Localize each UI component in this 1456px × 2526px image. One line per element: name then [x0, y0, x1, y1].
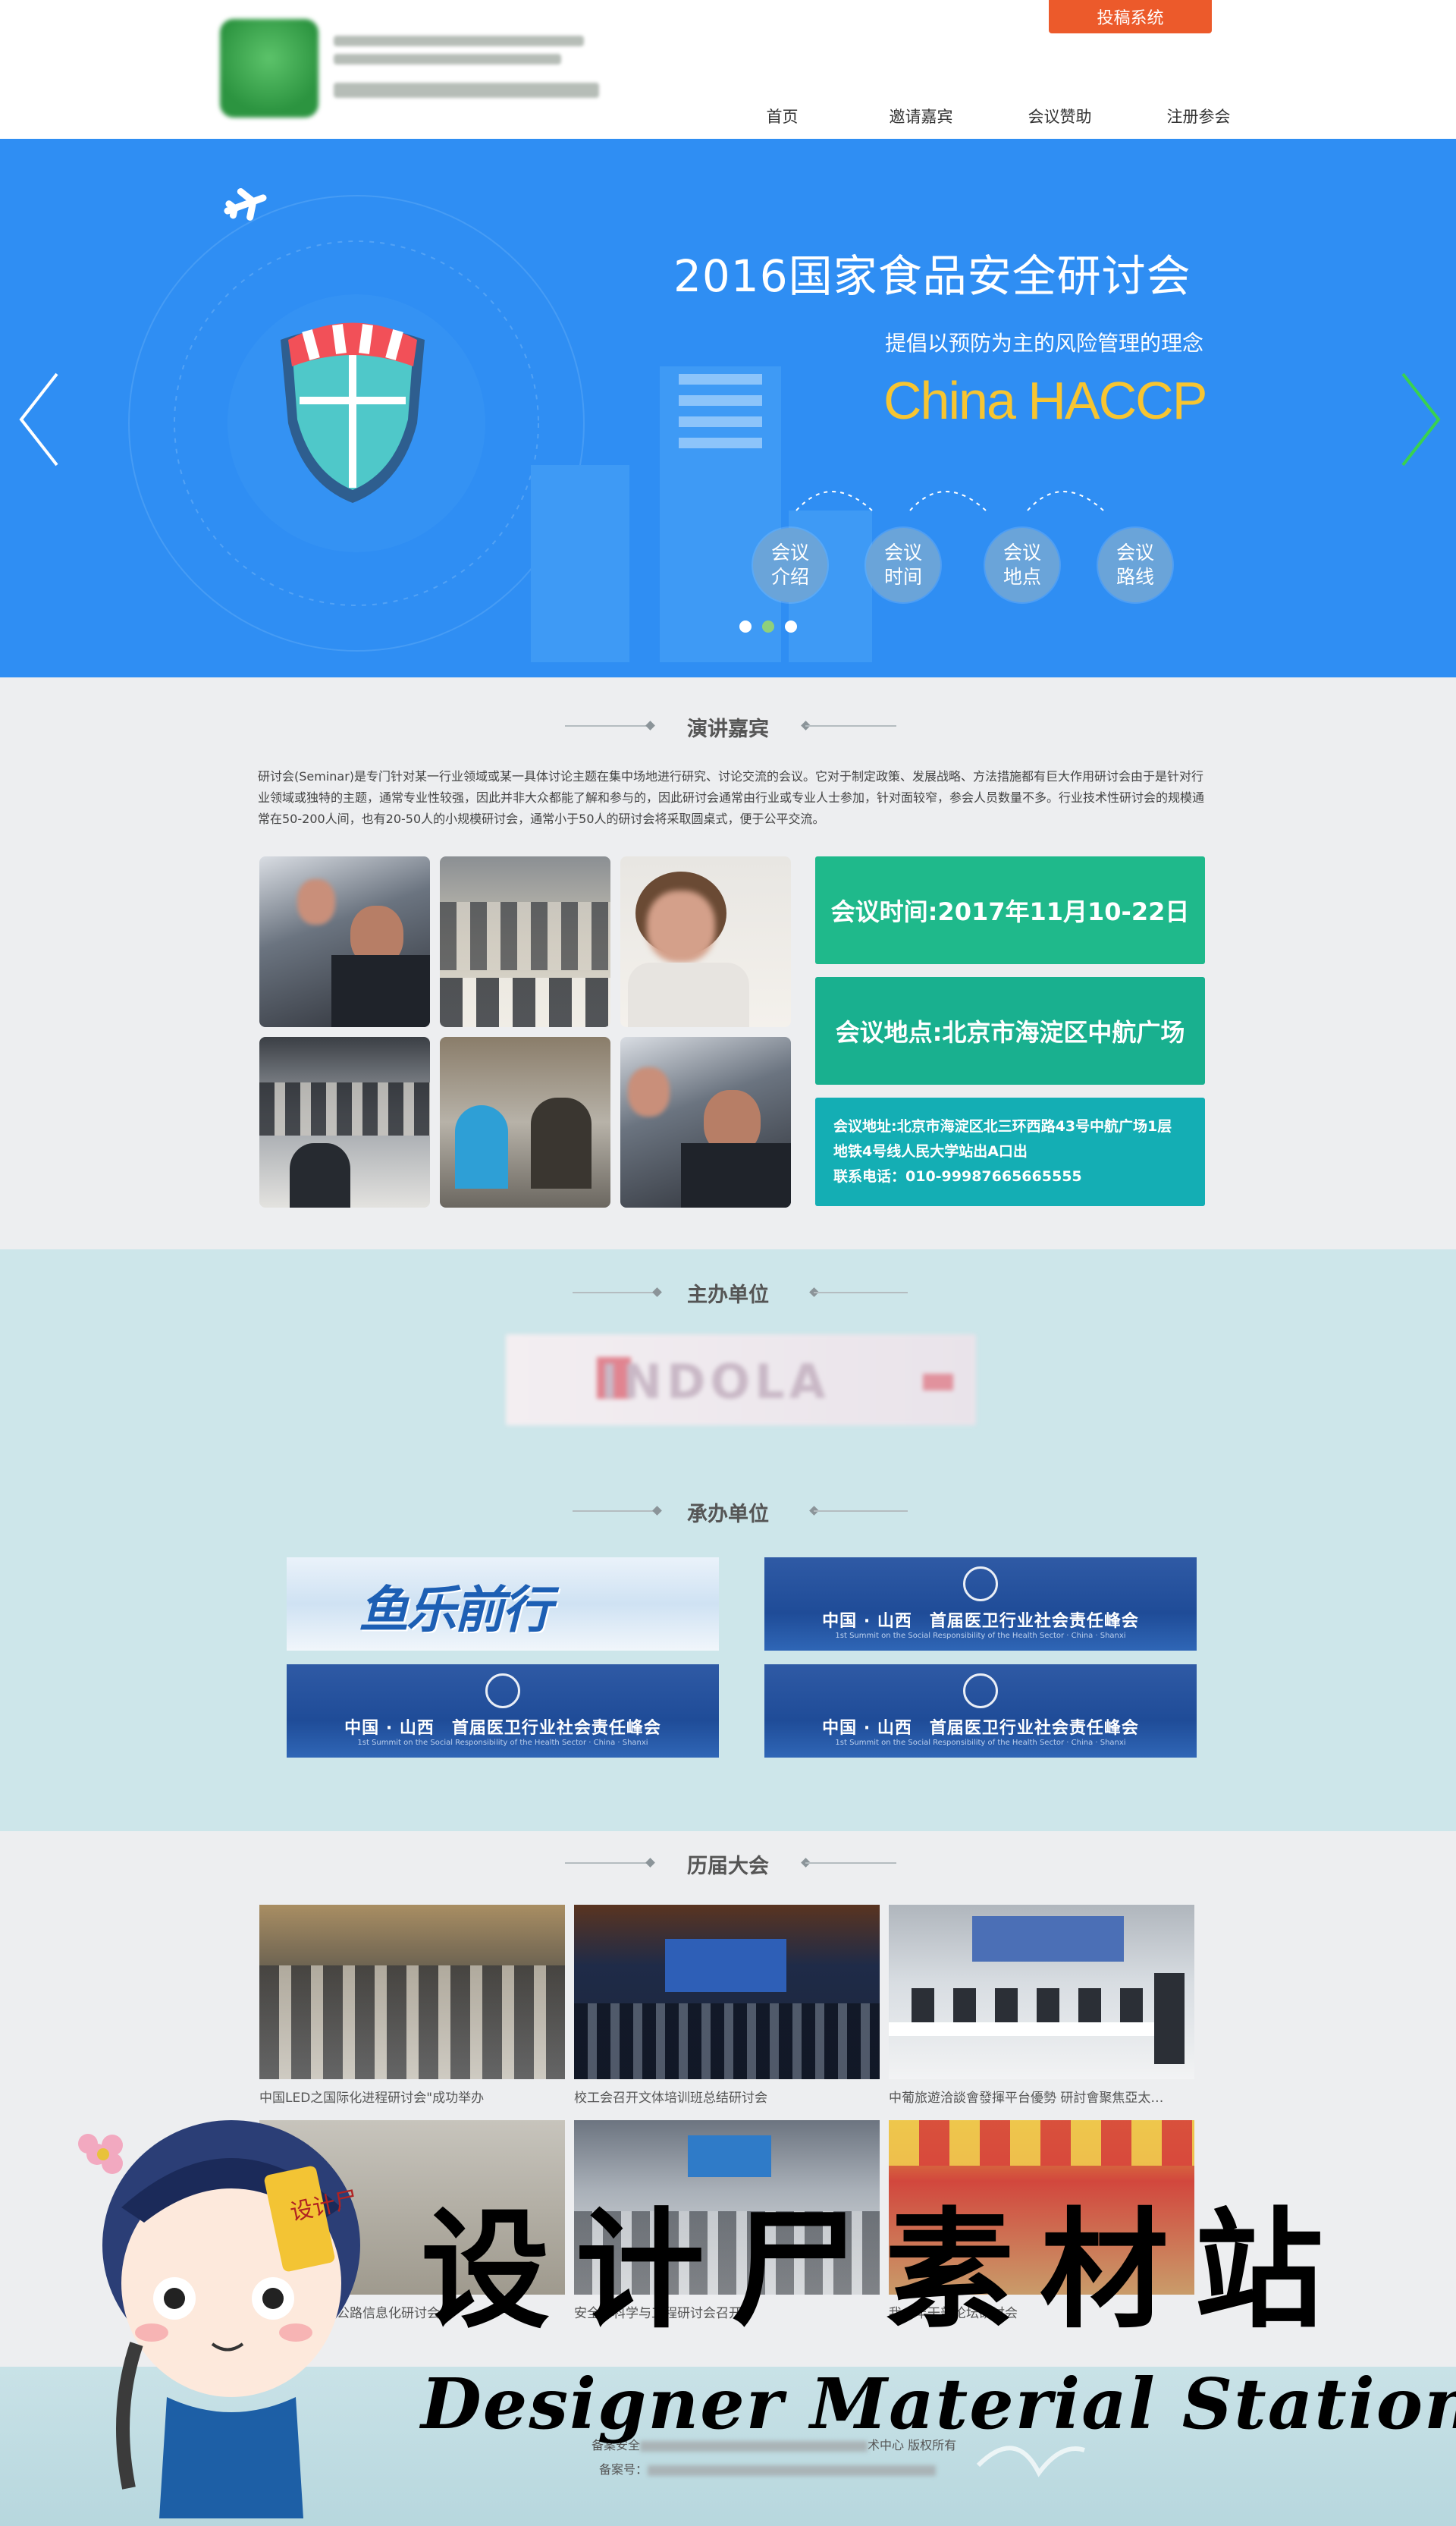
- watermark-mascot: 设计尸: [78, 2120, 360, 2518]
- past-conference-photo[interactable]: [574, 1905, 880, 2079]
- conference-address-box: 会议地址:北京市海淀区北三环西路43号中航广场1层 地铁4号线人民大学站出A口出…: [815, 1098, 1205, 1206]
- past-conference-caption[interactable]: 校工会召开文体培训班总结研讨会: [574, 2087, 880, 2106]
- address-line: 会议地址:北京市海淀区北三环西路43号中航广场1层: [833, 1118, 1172, 1135]
- airplane-icon: [224, 188, 267, 221]
- summit-emblem-icon: [963, 1566, 998, 1601]
- summit-emblem-icon: [963, 1673, 998, 1708]
- organizers-section: 主办单位 INDOLA 承办单位 鱼乐前行 中国 · 山西 首届医卫行业社会责任…: [0, 1249, 1456, 1831]
- title-divider: [814, 1292, 908, 1293]
- sponsor-banner-yule[interactable]: 鱼乐前行: [287, 1557, 719, 1651]
- slide-dot-active[interactable]: [762, 621, 774, 633]
- speaker-photo[interactable]: [259, 856, 430, 1027]
- hero-banner: 2016国家食品安全研讨会 提倡以预防为主的风险管理的理念 China HACC…: [0, 139, 1456, 677]
- footer-icp: 备案号：: [599, 2459, 937, 2477]
- logo-text-line: [334, 54, 561, 64]
- site-header: 投稿系统 首页 邀请嘉宾 会议赞助 注册参会: [0, 0, 1456, 139]
- circle-conference-time[interactable]: 会议 时间: [866, 528, 940, 602]
- speakers-section: 演讲嘉宾 研讨会(Seminar)是专门针对某一行业领域或某一具体讨论主题在集中…: [0, 677, 1456, 1249]
- speaker-photo[interactable]: [620, 856, 791, 1027]
- sponsor-subtitle: 1st Summit on the Social Responsibility …: [835, 1632, 1126, 1640]
- co-organizer-title: 承办单位: [687, 1503, 769, 1526]
- audience-photo[interactable]: [259, 1037, 430, 1208]
- summit-emblem-icon: [485, 1673, 520, 1708]
- sponsor-name: 鱼乐前行: [359, 1581, 552, 1639]
- slide-dot[interactable]: [785, 621, 797, 633]
- nav-item-home[interactable]: 首页: [713, 105, 852, 127]
- submit-system-button[interactable]: 投稿系统: [1049, 0, 1212, 33]
- logo-text-line: [334, 36, 584, 46]
- slide-dot[interactable]: [739, 621, 752, 633]
- banner-title: 2016国家食品安全研讨会: [673, 250, 1191, 302]
- subway-line: 地铁4号线人民大学站出A口出: [833, 1143, 1028, 1160]
- phone-line: 联系电话：010-99987665665555: [833, 1168, 1082, 1185]
- nav-item-sponsorship[interactable]: 会议赞助: [990, 105, 1129, 127]
- flower-icon: [78, 2134, 123, 2174]
- next-slide-arrow[interactable]: [1399, 366, 1445, 473]
- circle-conference-place[interactable]: 会议 地点: [985, 528, 1059, 602]
- past-conference-photo[interactable]: [889, 1905, 1194, 2079]
- past-conference-caption[interactable]: 中葡旅遊洽談會發揮平台優勢 研討會聚焦亞太…: [889, 2087, 1194, 2106]
- audience-photo[interactable]: [440, 1037, 610, 1208]
- footer-text: 备案号：: [599, 2462, 648, 2477]
- sponsor-banner-summit[interactable]: 中国 · 山西 首届医卫行业社会责任峰会 1st Summit on the S…: [287, 1664, 719, 1758]
- watermark-chinese: 设计尸素材站: [421, 2195, 1350, 2346]
- title-divider: [814, 1510, 908, 1512]
- banner-subtitle: 提倡以预防为主的风险管理的理念: [885, 331, 1204, 356]
- banner-haccp-text: China HACCP: [883, 371, 1207, 430]
- speakers-title: 演讲嘉宾: [687, 718, 769, 741]
- footer-redacted: [648, 2465, 937, 2476]
- watermark-english: Designer Material Station: [421, 2363, 1456, 2445]
- sponsor-banner-summit[interactable]: 中国 · 山西 首届医卫行业社会责任峰会 1st Summit on the S…: [764, 1664, 1197, 1758]
- logo-mark: [220, 19, 318, 118]
- title-divider: [805, 725, 896, 727]
- host-logo-mark: [923, 1374, 953, 1390]
- logo-text-line: [334, 83, 599, 98]
- banner-background-art: [128, 188, 1104, 662]
- main-nav: 首页 邀请嘉宾 会议赞助 注册参会: [713, 105, 1268, 127]
- past-conference-photo[interactable]: [259, 1905, 565, 2079]
- speaker-photo[interactable]: [620, 1037, 791, 1208]
- sponsor-name: 中国 · 山西 首届医卫行业社会责任峰会: [822, 1612, 1139, 1631]
- conference-place-box: 会议地点:北京市海淀区中航广场: [815, 977, 1205, 1085]
- sponsor-subtitle: 1st Summit on the Social Responsibility …: [835, 1739, 1126, 1747]
- page: 投稿系统 首页 邀请嘉宾 会议赞助 注册参会 2016国家食品安全研讨会 提倡以…: [0, 0, 1456, 2526]
- seminar-intro-text: 研讨会(Seminar)是专门针对某一行业领域或某一具体讨论主题在集中场地进行研…: [258, 769, 1205, 826]
- nav-item-guests[interactable]: 邀请嘉宾: [852, 105, 990, 127]
- site-logo[interactable]: [220, 19, 607, 118]
- sponsor-banner-summit[interactable]: 中国 · 山西 首届医卫行业社会责任峰会 1st Summit on the S…: [764, 1557, 1197, 1651]
- sponsor-subtitle: 1st Summit on the Social Responsibility …: [357, 1739, 648, 1747]
- sponsor-name: 中国 · 山西 首届医卫行业社会责任峰会: [822, 1719, 1139, 1738]
- host-logo[interactable]: INDOLA: [506, 1334, 976, 1425]
- slide-dots: [739, 621, 797, 633]
- audience-photo[interactable]: [440, 856, 610, 1027]
- title-divider: [805, 1862, 896, 1864]
- circle-conference-route[interactable]: 会议 路线: [1098, 528, 1172, 602]
- host-logo-text: INDOLA: [601, 1354, 830, 1409]
- host-title: 主办单位: [687, 1283, 769, 1307]
- nav-item-register[interactable]: 注册参会: [1129, 105, 1268, 127]
- past-conferences-title: 历届大会: [687, 1855, 769, 1878]
- circle-conference-intro[interactable]: 会议 介绍: [753, 528, 827, 602]
- sponsor-name: 中国 · 山西 首届医卫行业社会责任峰会: [344, 1719, 661, 1738]
- prev-slide-arrow[interactable]: [15, 366, 61, 473]
- conference-time-box: 会议时间:2017年11月10-22日: [815, 856, 1205, 964]
